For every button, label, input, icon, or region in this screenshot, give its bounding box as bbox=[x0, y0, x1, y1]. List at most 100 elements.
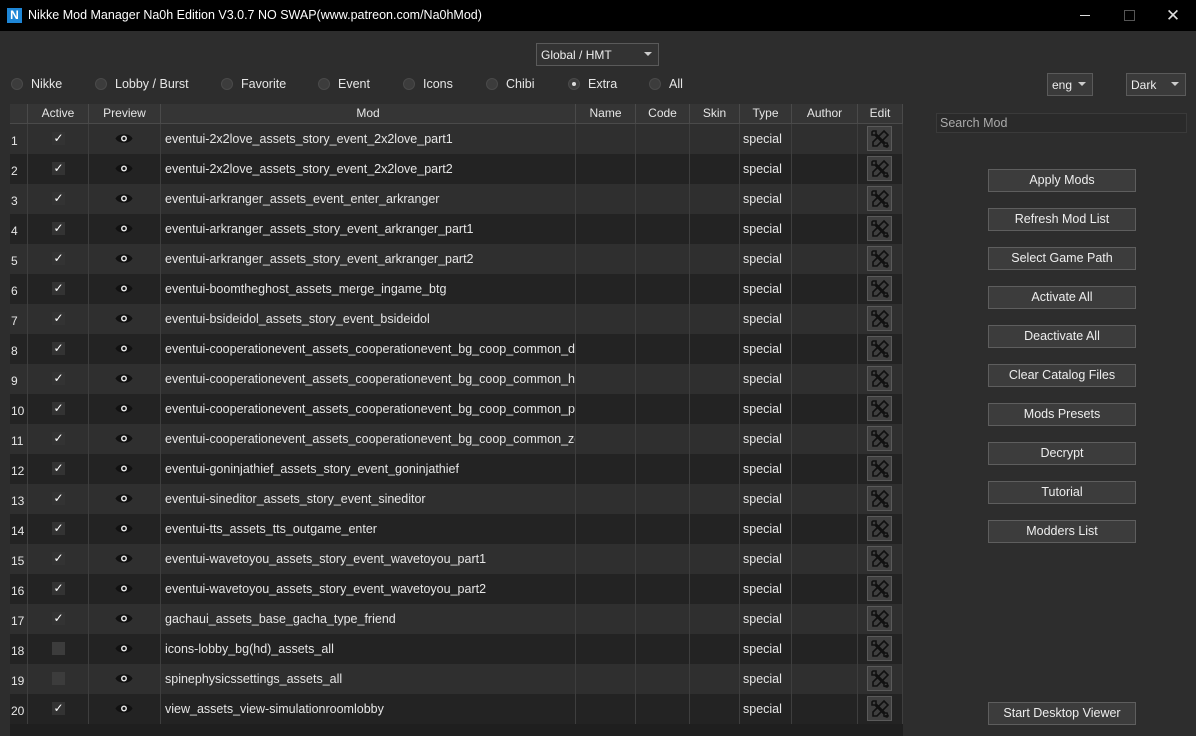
tools-icon[interactable] bbox=[867, 306, 892, 331]
eye-icon[interactable] bbox=[115, 283, 133, 294]
eye-icon[interactable] bbox=[115, 373, 133, 384]
active-checkbox[interactable]: ✓ bbox=[52, 582, 65, 595]
language-dropdown[interactable]: eng bbox=[1047, 73, 1093, 96]
active-checkbox[interactable]: ✓ bbox=[52, 552, 65, 565]
table-row[interactable]: 4 ✓ eventui-arkranger_assets_story_event_a… bbox=[10, 214, 903, 244]
active-checkbox[interactable]: ✓ bbox=[52, 612, 65, 625]
region-dropdown[interactable]: Global / HMT bbox=[536, 43, 659, 66]
eye-icon[interactable] bbox=[115, 463, 133, 474]
active-checkbox[interactable]: ✓ bbox=[52, 492, 65, 505]
active-checkbox[interactable] bbox=[52, 642, 65, 655]
theme-dropdown[interactable]: Dark bbox=[1126, 73, 1186, 96]
eye-icon[interactable] bbox=[115, 403, 133, 414]
close-button[interactable]: ✕ bbox=[1150, 0, 1196, 31]
search-input[interactable]: Search Mod bbox=[936, 113, 1187, 133]
eye-icon[interactable] bbox=[115, 193, 133, 204]
eye-icon[interactable] bbox=[115, 613, 133, 624]
eye-icon[interactable] bbox=[115, 673, 133, 684]
tools-icon[interactable] bbox=[867, 546, 892, 571]
eye-icon[interactable] bbox=[115, 163, 133, 174]
table-row[interactable]: 9 ✓ eventui-cooperationevent_assets_cooper… bbox=[10, 364, 903, 394]
eye-icon[interactable] bbox=[115, 523, 133, 534]
active-checkbox[interactable]: ✓ bbox=[52, 342, 65, 355]
active-checkbox[interactable]: ✓ bbox=[52, 282, 65, 295]
active-checkbox[interactable]: ✓ bbox=[52, 402, 65, 415]
table-row[interactable]: 1 ✓ eventui-2x2love_assets_story_event_2x2… bbox=[10, 124, 903, 154]
table-row[interactable]: 7 ✓ eventui-bsideidol_assets_story_event_b… bbox=[10, 304, 903, 334]
header-preview[interactable]: Preview bbox=[89, 104, 161, 123]
tools-icon[interactable] bbox=[867, 486, 892, 511]
header-mod[interactable]: Mod bbox=[161, 104, 576, 123]
active-checkbox[interactable]: ✓ bbox=[52, 312, 65, 325]
eye-icon[interactable] bbox=[115, 643, 133, 654]
tools-icon[interactable] bbox=[867, 636, 892, 661]
decrypt-button[interactable]: Decrypt bbox=[988, 442, 1136, 465]
active-checkbox[interactable]: ✓ bbox=[52, 132, 65, 145]
active-checkbox[interactable]: ✓ bbox=[52, 372, 65, 385]
tools-icon[interactable] bbox=[867, 516, 892, 541]
refresh-mod-list-button[interactable]: Refresh Mod List bbox=[988, 208, 1136, 231]
eye-icon[interactable] bbox=[115, 313, 133, 324]
tools-icon[interactable] bbox=[867, 456, 892, 481]
tools-icon[interactable] bbox=[867, 336, 892, 361]
tools-icon[interactable] bbox=[867, 216, 892, 241]
active-checkbox[interactable]: ✓ bbox=[52, 702, 65, 715]
table-row[interactable]: 20 ✓ view_assets_view-simulationroomlobby s… bbox=[10, 694, 903, 724]
table-row[interactable]: 2 ✓ eventui-2x2love_assets_story_event_2x2… bbox=[10, 154, 903, 184]
active-checkbox[interactable]: ✓ bbox=[52, 432, 65, 445]
mods-presets-button[interactable]: Mods Presets bbox=[988, 403, 1136, 426]
tools-icon[interactable] bbox=[867, 426, 892, 451]
table-row[interactable]: 11 ✓ eventui-cooperationevent_assets_coope… bbox=[10, 424, 903, 454]
table-row[interactable]: 5 ✓ eventui-arkranger_assets_story_event_a… bbox=[10, 244, 903, 274]
tools-icon[interactable] bbox=[867, 246, 892, 271]
tools-icon[interactable] bbox=[867, 666, 892, 691]
start-desktop-viewer-button[interactable]: Start Desktop Viewer bbox=[988, 702, 1136, 725]
tools-icon[interactable] bbox=[867, 576, 892, 601]
header-code[interactable]: Code bbox=[636, 104, 690, 123]
header-type[interactable]: Type bbox=[740, 104, 792, 123]
eye-icon[interactable] bbox=[115, 703, 133, 714]
header-edit[interactable]: Edit bbox=[858, 104, 903, 123]
apply-mods-button[interactable]: Apply Mods bbox=[988, 169, 1136, 192]
tools-icon[interactable] bbox=[867, 156, 892, 181]
table-row[interactable]: 13 ✓ eventui-sineditor_assets_story_event_… bbox=[10, 484, 903, 514]
activate-all-button[interactable]: Activate All bbox=[988, 286, 1136, 309]
active-checkbox[interactable]: ✓ bbox=[52, 462, 65, 475]
header-skin[interactable]: Skin bbox=[690, 104, 740, 123]
eye-icon[interactable] bbox=[115, 253, 133, 264]
eye-icon[interactable] bbox=[115, 433, 133, 444]
active-checkbox[interactable] bbox=[52, 672, 65, 685]
eye-icon[interactable] bbox=[115, 133, 133, 144]
clear-catalog-files-button[interactable]: Clear Catalog Files bbox=[988, 364, 1136, 387]
table-row[interactable]: 17 ✓ gachaui_assets_base_gacha_type_friend… bbox=[10, 604, 903, 634]
eye-icon[interactable] bbox=[115, 223, 133, 234]
active-checkbox[interactable]: ✓ bbox=[52, 162, 65, 175]
table-row[interactable]: 19 spinephysicssettings_assets_all special bbox=[10, 664, 903, 694]
table-row[interactable]: 16 ✓ eventui-wavetoyou_assets_story_event_… bbox=[10, 574, 903, 604]
modders-list-button[interactable]: Modders List bbox=[988, 520, 1136, 543]
table-row[interactable]: 10 ✓ eventui-cooperationevent_assets_coope… bbox=[10, 394, 903, 424]
header-name[interactable]: Name bbox=[576, 104, 636, 123]
table-row[interactable]: 14 ✓ eventui-tts_assets_tts_outgame_enter s… bbox=[10, 514, 903, 544]
table-row[interactable]: 15 ✓ eventui-wavetoyou_assets_story_event_… bbox=[10, 544, 903, 574]
tools-icon[interactable] bbox=[867, 396, 892, 421]
tools-icon[interactable] bbox=[867, 276, 892, 301]
table-row[interactable]: 3 ✓ eventui-arkranger_assets_event_enter_a… bbox=[10, 184, 903, 214]
table-row[interactable]: 6 ✓ eventui-boomtheghost_assets_merge_inga… bbox=[10, 274, 903, 304]
tools-icon[interactable] bbox=[867, 606, 892, 631]
tools-icon[interactable] bbox=[867, 366, 892, 391]
eye-icon[interactable] bbox=[115, 343, 133, 354]
tools-icon[interactable] bbox=[867, 126, 892, 151]
active-checkbox[interactable]: ✓ bbox=[52, 252, 65, 265]
eye-icon[interactable] bbox=[115, 553, 133, 564]
active-checkbox[interactable]: ✓ bbox=[52, 192, 65, 205]
deactivate-all-button[interactable]: Deactivate All bbox=[988, 325, 1136, 348]
active-checkbox[interactable]: ✓ bbox=[52, 522, 65, 535]
eye-icon[interactable] bbox=[115, 583, 133, 594]
table-row[interactable]: 18 icons-lobby_bg(hd)_assets_all special bbox=[10, 634, 903, 664]
header-active[interactable]: Active bbox=[28, 104, 89, 123]
tools-icon[interactable] bbox=[867, 696, 892, 721]
select-game-path-button[interactable]: Select Game Path bbox=[988, 247, 1136, 270]
tutorial-button[interactable]: Tutorial bbox=[988, 481, 1136, 504]
header-author[interactable]: Author bbox=[792, 104, 858, 123]
